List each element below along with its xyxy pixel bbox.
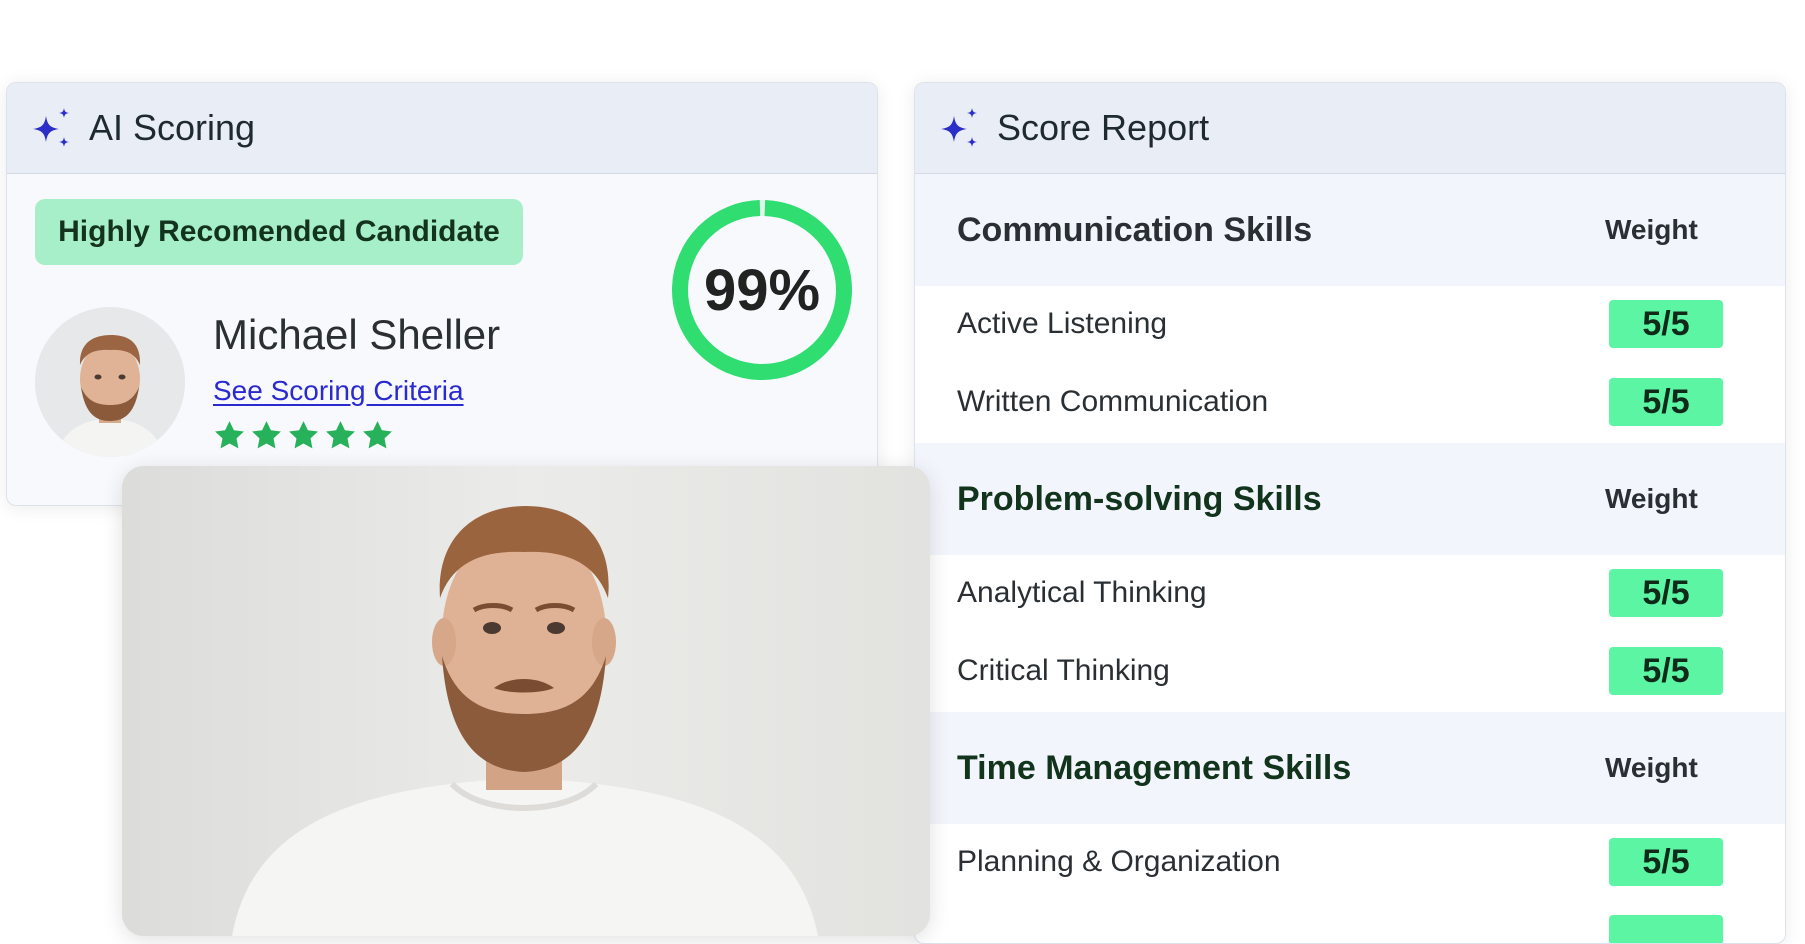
list-item: Active Listening 5/5 [915, 286, 1785, 362]
skill-label: Active Listening [957, 307, 1168, 340]
weight-label: Weight [1605, 752, 1698, 783]
recommendation-badge: Highly Recomended Candidate [35, 199, 523, 265]
section-title: Time Management Skills [957, 748, 1352, 787]
candidate-photo [122, 466, 930, 936]
skill-label: Critical Thinking [957, 654, 1170, 687]
star-icon [363, 421, 392, 449]
sparkle-icon [33, 108, 69, 147]
star-icon [215, 421, 244, 449]
skill-score: 5/5 [1609, 378, 1723, 426]
avatar-portrait [35, 307, 185, 457]
weight-label: Weight [1605, 483, 1698, 514]
section-communication-skills: Communication Skills Weight [915, 174, 1785, 286]
score-report-title: Score Report [997, 107, 1210, 148]
section-title: Communication Skills [957, 210, 1313, 249]
weight-label: Weight [1605, 214, 1698, 245]
list-item: Analytical Thinking 5/5 [915, 555, 1785, 631]
score-value: 99% [703, 257, 821, 323]
ai-scoring-header: AI Scoring [7, 83, 877, 174]
skill-score: 5/5 [1609, 838, 1723, 886]
candidate-avatar[interactable] [35, 307, 185, 457]
score-report-card: Score Report Communication Skills Weight… [914, 82, 1786, 944]
skill-label: Planning & Organization [957, 845, 1281, 878]
section-time-management-skills: Time Management Skills Weight [915, 712, 1785, 824]
star-icon [289, 421, 318, 449]
skill-score-partial [1609, 915, 1723, 943]
skill-score: 5/5 [1609, 569, 1723, 617]
rating-stars [213, 419, 394, 452]
skill-score: 5/5 [1609, 300, 1723, 348]
score-report-header: Score Report [915, 83, 1785, 174]
star-icon [252, 421, 281, 449]
list-item: Planning & Organization 5/5 [915, 824, 1785, 900]
skill-score: 5/5 [1609, 647, 1723, 695]
see-scoring-criteria-link[interactable]: See Scoring Criteria [213, 375, 464, 407]
ai-scoring-card: AI Scoring Highly Recomended Candidate M… [6, 82, 878, 506]
star-icon [326, 421, 355, 449]
candidate-portrait [122, 466, 930, 936]
skill-label: Analytical Thinking [957, 576, 1207, 609]
section-problem-solving-skills: Problem-solving Skills Weight [915, 443, 1785, 555]
skill-label: Written Communication [957, 385, 1269, 418]
list-item: Critical Thinking 5/5 [915, 633, 1785, 709]
ai-scoring-title: AI Scoring [89, 107, 256, 148]
list-item: Written Communication 5/5 [915, 364, 1785, 440]
section-title: Problem-solving Skills [957, 479, 1322, 518]
candidate-name: Michael Sheller [213, 311, 501, 358]
sparkle-icon [941, 108, 977, 147]
